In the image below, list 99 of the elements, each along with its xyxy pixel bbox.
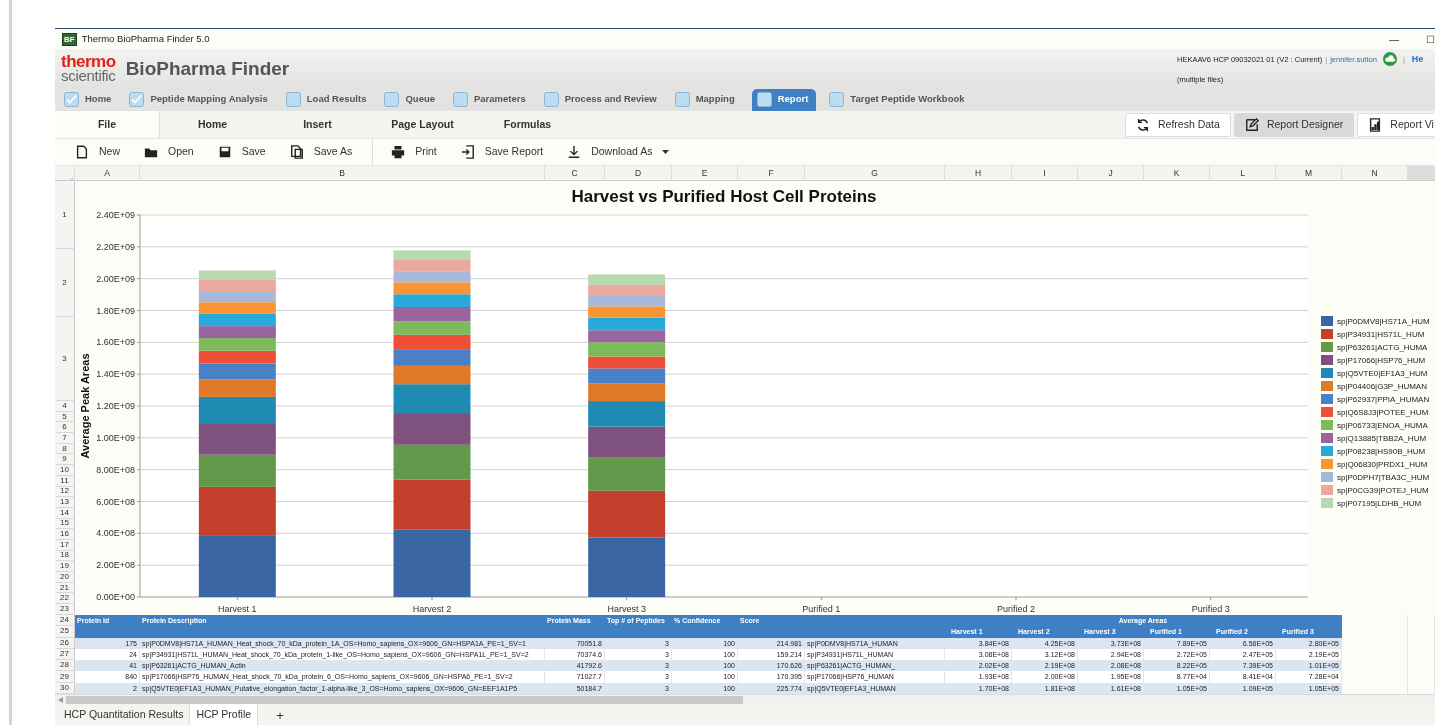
column-header[interactable]: E (672, 166, 738, 180)
x-tick-label: Purified 3 (1191, 604, 1230, 614)
y-tick-label: 2.20E+09 (96, 241, 135, 252)
scroll-left-icon (58, 696, 63, 703)
x-tick-label: Harvest 1 (218, 604, 257, 614)
y-tick-label: 1.40E+09 (96, 369, 135, 380)
legend-label: sp|P34931|HS71L_HUM (1337, 330, 1425, 339)
legend-label: sp|Q13885|TBB2A_HUM (1337, 434, 1427, 443)
column-header[interactable]: J (1078, 166, 1144, 180)
y-tick-label: 0.00E+00 (96, 592, 135, 602)
x-tick-label: Purified 2 (997, 604, 1035, 614)
workflow-tab[interactable]: Mapping (673, 89, 740, 111)
column-header[interactable]: L (1210, 166, 1276, 180)
toolbar-button[interactable]: Print (391, 144, 437, 160)
logo-text: scientific (61, 69, 116, 83)
workflow-tab[interactable]: Load Results (284, 89, 372, 111)
column-header[interactable]: K (1144, 166, 1210, 180)
legend-label: sp|P63261|ACTG_HUMA (1337, 343, 1428, 352)
scrollbar-thumb[interactable] (66, 695, 743, 704)
y-tick-label: 6.00E+08 (96, 496, 135, 507)
column-header[interactable]: F (738, 166, 805, 180)
arrow-box-icon (460, 145, 475, 159)
app-name: BioPharma Finder (125, 56, 290, 81)
ribbon-tab[interactable]: Formulas (475, 111, 580, 138)
toolbar-button[interactable]: Download As (567, 144, 670, 160)
legend-label: sp|Q06830|PRDX1_HUM (1337, 460, 1428, 469)
row-header[interactable]: 26 (55, 637, 75, 649)
toolbar-button[interactable]: New (75, 144, 120, 160)
help-link[interactable]: He (1411, 52, 1424, 67)
column-header[interactable]: M (1276, 166, 1342, 180)
column-header[interactable]: C (545, 166, 605, 180)
y-tick-label: 1.60E+09 (96, 337, 135, 348)
legend-label: sp|P0DPH7|TBA3C_HUM (1337, 473, 1430, 482)
legend-label: sp|P08238|HS90B_HUM (1337, 447, 1426, 456)
ribbon-tab[interactable]: Home (160, 111, 265, 138)
documents-icon (289, 145, 304, 159)
add-sheet-button[interactable]: + (258, 707, 294, 725)
legend-label: sp|P62937|PPIA_HUMAN (1337, 395, 1430, 404)
legend-label: sp|P0CG39|POTEJ_HUM (1337, 486, 1429, 495)
column-header[interactable]: H (945, 166, 1012, 180)
legend-label: sp|P04406|G3P_HUMAN (1337, 382, 1427, 391)
ribbon-tab[interactable]: File (55, 111, 160, 138)
legend-label: sp|P17066|HSP76_HUM (1337, 356, 1426, 365)
toolbar-button[interactable]: Open (144, 144, 194, 160)
edit-icon (1244, 118, 1259, 132)
y-tick-label: 2.40E+09 (96, 210, 135, 220)
toolbar-button[interactable]: Save Report (460, 144, 544, 160)
chart-title: Harvest vs Purified Host Cell Proteins (571, 187, 877, 206)
document-icon (75, 145, 89, 159)
download-icon (567, 145, 582, 159)
minimize-button[interactable]: — (1389, 31, 1399, 47)
y-tick-label: 8.00E+08 (96, 464, 135, 475)
column-header[interactable]: B (140, 166, 545, 180)
row-header[interactable]: 29 (55, 671, 75, 683)
y-tick-label: 1.00E+09 (96, 432, 135, 443)
column-header[interactable]: G (805, 166, 945, 180)
printer-icon (391, 145, 406, 159)
y-axis-label: Average Peak Areas (79, 353, 91, 459)
column-header[interactable]: A (75, 166, 140, 180)
workflow-tab[interactable]: Process and Review (542, 89, 662, 111)
view-button[interactable]: Refresh Data (1125, 113, 1231, 137)
ribbon-tab[interactable]: Page Layout (370, 111, 475, 138)
legend-label: sp|P07195|LDHB_HUM (1337, 499, 1422, 508)
x-tick-label: Purified 1 (802, 604, 841, 614)
refresh-icon (1136, 118, 1150, 132)
column-header[interactable]: D (605, 166, 672, 180)
workflow-tab[interactable]: Parameters (452, 89, 531, 111)
sheet-tab[interactable]: HCP Profile (190, 704, 259, 725)
workflow-tab[interactable]: Target Peptide Workbook (828, 89, 970, 111)
legend-label: sp|P06733|ENOA_HUMA (1337, 421, 1428, 430)
cloud-icon (1382, 52, 1397, 67)
y-tick-label: 4.00E+08 (96, 528, 135, 539)
y-tick-label: 1.80E+09 (96, 305, 135, 316)
workflow-tab[interactable]: Peptide Mapping Analysis (128, 89, 273, 111)
app-icon: BF (62, 32, 77, 46)
caret-icon (662, 150, 670, 154)
x-tick-label: Harvest 3 (607, 604, 646, 614)
column-header[interactable] (1408, 166, 1435, 180)
legend-label: sp|Q5VTE0|EF1A3_HUM (1337, 369, 1428, 378)
report-icon (1368, 118, 1383, 132)
workflow-tab[interactable]: Report (751, 89, 817, 111)
view-button[interactable]: Report Designer (1233, 113, 1355, 137)
legend-label: sp|Q6S8J3|POTEE_HUM (1337, 408, 1429, 417)
row-header[interactable]: 25 (55, 626, 75, 638)
toolbar-button[interactable]: Save As (289, 144, 353, 160)
toolbar-button[interactable]: Save (217, 144, 266, 160)
view-button[interactable]: Report Vi (1357, 113, 1435, 137)
y-tick-label: 2.00E+09 (96, 273, 135, 284)
maximize-button[interactable]: ☐ (1426, 31, 1435, 47)
window-title: Thermo BioPharma Finder 5.0 (81, 31, 210, 46)
y-tick-label: 2.00E+08 (96, 560, 135, 571)
y-tick-label: 1.20E+09 (96, 401, 135, 411)
ribbon-tab[interactable]: Insert (265, 111, 370, 138)
x-tick-label: Harvest 2 (412, 604, 452, 614)
workflow-tab[interactable]: Queue (383, 89, 440, 111)
legend-label: sp|P0DMV8|HS71A_HUM (1337, 317, 1430, 326)
logo-text: thermo (61, 55, 116, 69)
column-header[interactable]: I (1012, 166, 1078, 180)
workflow-tab[interactable]: Home (63, 89, 117, 111)
